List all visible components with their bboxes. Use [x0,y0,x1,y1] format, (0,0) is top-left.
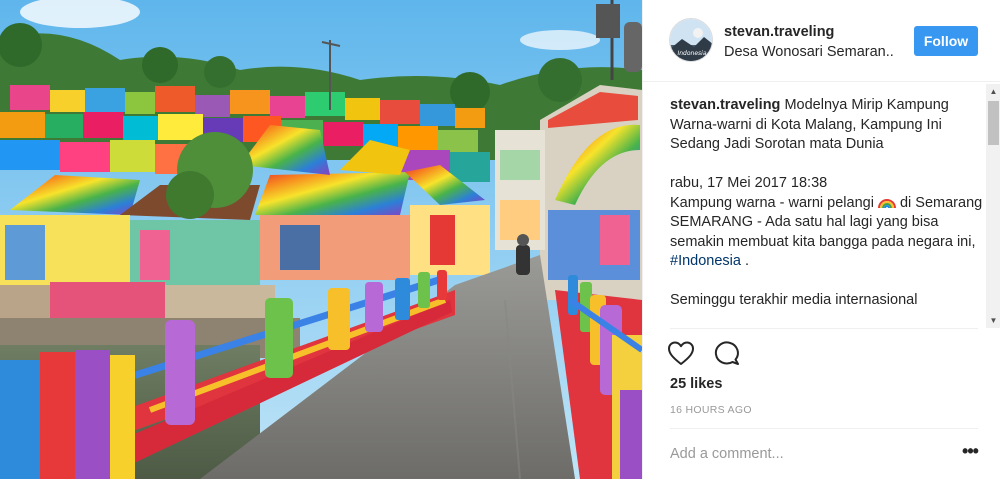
divider [670,428,978,429]
caption-line-b-prefix: SEMARANG - Ada satu hal lagi yang bisa s… [670,214,976,250]
avatar-image: Indonesia [670,19,712,61]
more-options-icon[interactable]: ••• [961,442,979,462]
avatar-badge-text: Indonesia [677,50,706,57]
post-photo[interactable] [0,0,642,479]
likes-count[interactable]: 25 likes [670,376,722,392]
caption-line-a: Kampung warna - warni pelangi di Semaran… [670,194,984,214]
caption-line-c: Seminggu terakhir media internasional [670,292,918,308]
post-detail-panel: Indonesia stevan.traveling Desa Wonosari… [642,0,1000,479]
scroll-thumb[interactable] [988,101,999,145]
post-timestamp: 16 HOURS AGO [670,404,752,416]
caption-line-b-suffix: . [740,253,750,269]
avatar[interactable]: Indonesia [669,18,713,62]
rainbow-village-scene [0,0,642,479]
user-block: stevan.traveling Desa Wonosari Semaran.. [724,23,914,62]
post-header: Indonesia stevan.traveling Desa Wonosari… [643,0,1000,82]
location-link[interactable]: Desa Wonosari Semaran.. [724,43,914,62]
caption-date-line: rabu, 17 Mei 2017 18:38 [670,175,828,191]
comment-icon[interactable] [713,340,741,366]
caption-block: stevan.traveling Modelnya Mirip Kampung … [670,96,984,155]
caption-line-a-text: Kampung warna - warni pelangi [670,194,878,211]
caption-line-a-end: di Semarang [895,194,983,211]
add-comment-input[interactable] [670,443,940,465]
hashtag-link[interactable]: #Indonesia [670,253,741,269]
scroll-down-arrow-icon[interactable]: ▼ [986,313,1000,328]
caption-line-b: SEMARANG - Ada satu hal lagi yang bisa s… [670,213,984,272]
comments-scrollbar[interactable]: ▲ ▼ [986,84,1000,328]
divider [670,328,978,329]
header-username[interactable]: stevan.traveling [724,23,914,41]
heart-icon[interactable] [667,340,695,366]
caption-area: stevan.traveling Modelnya Mirip Kampung … [670,96,984,328]
follow-button[interactable]: Follow [914,26,978,56]
rainbow-emoji-icon [877,195,896,209]
scroll-up-arrow-icon[interactable]: ▲ [986,84,1000,99]
caption-username[interactable]: stevan.traveling [670,97,780,113]
caption-spacer-2 [670,272,984,292]
